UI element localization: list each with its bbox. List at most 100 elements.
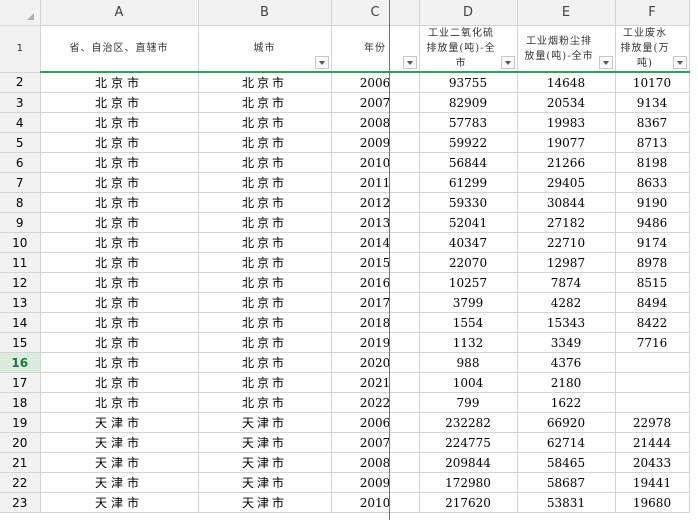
row-number[interactable]: 7 <box>0 172 41 193</box>
cell-city[interactable]: 北京市 <box>198 92 332 113</box>
cell-dust[interactable]: 66920 <box>517 412 616 433</box>
cell-so2[interactable]: 57783 <box>419 112 518 133</box>
cell-water[interactable]: 8633 <box>615 172 690 193</box>
cell-water[interactable] <box>615 392 690 413</box>
cell-year[interactable]: 2011 <box>331 172 420 193</box>
cell-year[interactable]: 2007 <box>331 92 420 113</box>
cell-city[interactable]: 北京市 <box>198 172 332 193</box>
cell-dust[interactable]: 4282 <box>517 292 616 313</box>
cell-dust[interactable]: 14648 <box>517 72 616 93</box>
cell-city[interactable]: 北京市 <box>198 212 332 233</box>
cell-so2[interactable]: 209844 <box>419 452 518 473</box>
cell-city[interactable]: 天津市 <box>198 492 332 513</box>
cell-province[interactable]: 北京市 <box>40 252 199 273</box>
cell-province[interactable]: 北京市 <box>40 232 199 253</box>
cell-city[interactable]: 北京市 <box>198 372 332 393</box>
cell-dust[interactable]: 27182 <box>517 212 616 233</box>
cell-year[interactable]: 2010 <box>331 152 420 173</box>
cell-year[interactable]: 2018 <box>331 312 420 333</box>
cell-water[interactable]: 20433 <box>615 452 690 473</box>
row-number[interactable]: 4 <box>0 112 41 133</box>
cell-so2[interactable]: 22070 <box>419 252 518 273</box>
row-number[interactable]: 17 <box>0 372 41 393</box>
cell-water[interactable]: 9134 <box>615 92 690 113</box>
cell-so2[interactable]: 59330 <box>419 192 518 213</box>
cell-so2[interactable]: 799 <box>419 392 518 413</box>
cell-so2[interactable]: 52041 <box>419 212 518 233</box>
cell-dust[interactable]: 53831 <box>517 492 616 513</box>
cell-year[interactable]: 2013 <box>331 212 420 233</box>
row-number[interactable]: 12 <box>0 272 41 293</box>
filter-dropdown-icon[interactable] <box>598 56 613 69</box>
cell-year[interactable]: 2019 <box>331 332 420 353</box>
cell-province[interactable]: 天津市 <box>40 432 199 453</box>
select-all-corner[interactable] <box>0 0 41 26</box>
cell-so2[interactable]: 10257 <box>419 272 518 293</box>
row-number[interactable]: 20 <box>0 432 41 453</box>
cell-year[interactable]: 2008 <box>331 112 420 133</box>
cell-year[interactable]: 2012 <box>331 192 420 213</box>
cell-dust[interactable]: 29405 <box>517 172 616 193</box>
cell-city[interactable]: 北京市 <box>198 152 332 173</box>
column-header-d[interactable]: D <box>419 0 518 26</box>
cell-water[interactable]: 22978 <box>615 412 690 433</box>
filter-dropdown-icon[interactable] <box>402 56 417 69</box>
cell-city[interactable]: 北京市 <box>198 112 332 133</box>
cell-water[interactable]: 7716 <box>615 332 690 353</box>
cell-province[interactable]: 天津市 <box>40 452 199 473</box>
cell-water[interactable]: 9486 <box>615 212 690 233</box>
cell-city[interactable]: 北京市 <box>198 72 332 93</box>
cell-city[interactable]: 北京市 <box>198 352 332 373</box>
cell-city[interactable]: 北京市 <box>198 272 332 293</box>
cell-water[interactable]: 19680 <box>615 492 690 513</box>
field-header-dust[interactable]: 工业烟粉尘排放量(吨)-全市 <box>517 25 616 73</box>
cell-so2[interactable]: 988 <box>419 352 518 373</box>
cell-so2[interactable]: 82909 <box>419 92 518 113</box>
cell-dust[interactable]: 3349 <box>517 332 616 353</box>
cell-city[interactable]: 天津市 <box>198 472 332 493</box>
cell-water[interactable]: 8494 <box>615 292 690 313</box>
column-header-f[interactable]: F <box>615 0 690 26</box>
cell-water[interactable]: 8198 <box>615 152 690 173</box>
cell-province[interactable]: 北京市 <box>40 372 199 393</box>
row-number[interactable]: 10 <box>0 232 41 253</box>
cell-city[interactable]: 北京市 <box>198 132 332 153</box>
row-number[interactable]: 2 <box>0 72 41 93</box>
cell-year[interactable]: 2021 <box>331 372 420 393</box>
cell-province[interactable]: 北京市 <box>40 72 199 93</box>
filter-dropdown-icon[interactable] <box>314 56 329 69</box>
cell-province[interactable]: 北京市 <box>40 172 199 193</box>
field-header-so2[interactable]: 工业二氧化硫排放量(吨)-全市 <box>419 25 518 73</box>
column-header-a[interactable]: A <box>40 0 199 26</box>
cell-water[interactable]: 10170 <box>615 72 690 93</box>
cell-dust[interactable]: 62714 <box>517 432 616 453</box>
cell-year[interactable]: 2009 <box>331 132 420 153</box>
cell-so2[interactable]: 1004 <box>419 372 518 393</box>
cell-water[interactable]: 8713 <box>615 132 690 153</box>
row-number[interactable]: 19 <box>0 412 41 433</box>
cell-dust[interactable]: 19077 <box>517 132 616 153</box>
cell-province[interactable]: 北京市 <box>40 392 199 413</box>
field-header-year[interactable]: 年份 <box>331 25 420 73</box>
row-number[interactable]: 15 <box>0 332 41 353</box>
cell-water[interactable]: 19441 <box>615 472 690 493</box>
cell-city[interactable]: 天津市 <box>198 412 332 433</box>
cell-dust[interactable]: 2180 <box>517 372 616 393</box>
cell-water[interactable] <box>615 352 690 373</box>
worksheet-grid[interactable]: A B C D E F 1 省、自治区、直辖市 城市 年份 工业二氧化硫排放量(… <box>0 0 690 513</box>
cell-city[interactable]: 北京市 <box>198 332 332 353</box>
field-header-water[interactable]: 工业废水排放量(万吨) <box>615 25 690 73</box>
cell-year[interactable]: 2006 <box>331 412 420 433</box>
cell-so2[interactable]: 232282 <box>419 412 518 433</box>
cell-so2[interactable]: 217620 <box>419 492 518 513</box>
cell-province[interactable]: 天津市 <box>40 492 199 513</box>
cell-year[interactable]: 2010 <box>331 492 420 513</box>
cell-dust[interactable]: 58465 <box>517 452 616 473</box>
cell-province[interactable]: 北京市 <box>40 152 199 173</box>
cell-city[interactable]: 北京市 <box>198 312 332 333</box>
cell-year[interactable]: 2009 <box>331 472 420 493</box>
cell-city[interactable]: 天津市 <box>198 452 332 473</box>
cell-province[interactable]: 北京市 <box>40 212 199 233</box>
cell-year[interactable]: 2020 <box>331 352 420 373</box>
cell-year[interactable]: 2008 <box>331 452 420 473</box>
